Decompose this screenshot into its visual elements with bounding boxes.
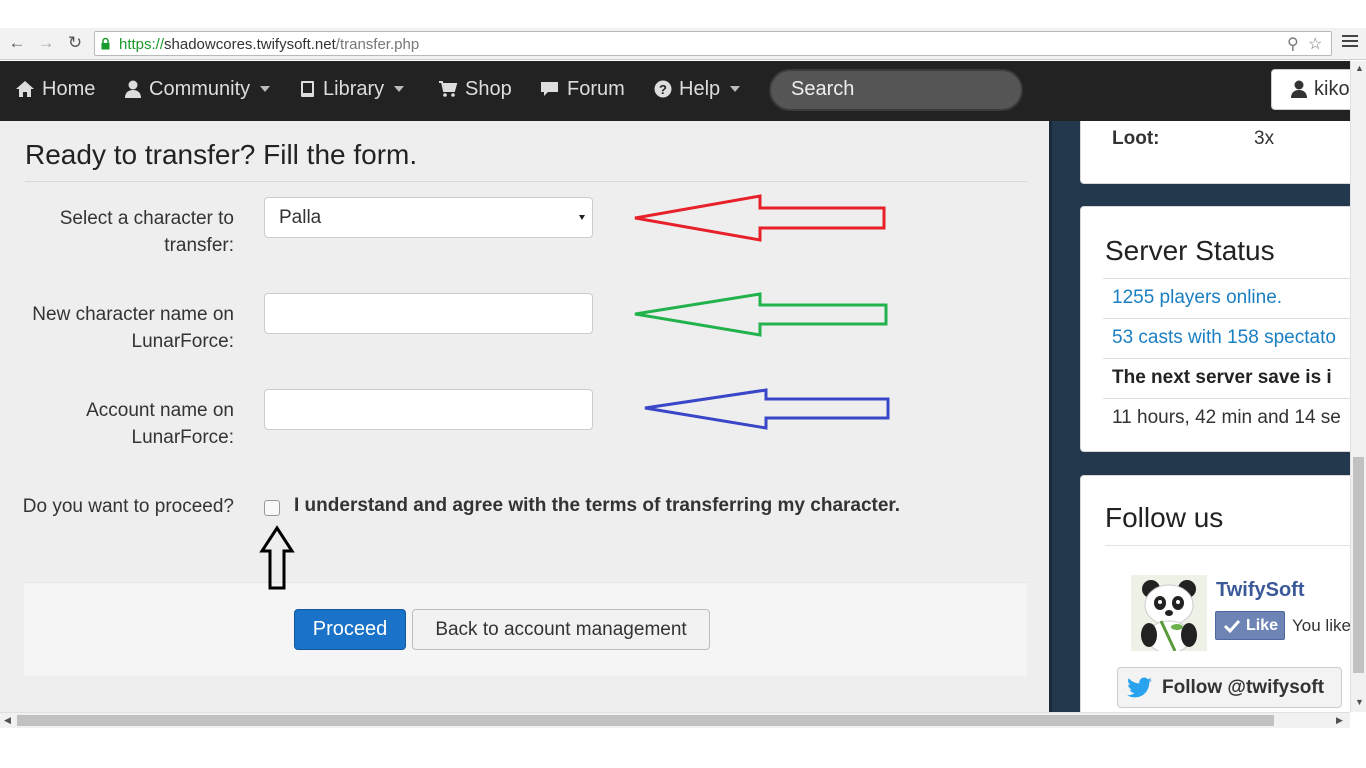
screen-bottom-margin [0, 728, 1366, 768]
loot-value: 3x [1254, 128, 1275, 149]
cart-icon [439, 81, 458, 97]
search-input[interactable]: Search [769, 69, 1023, 111]
url-path: /transfer.php [335, 36, 420, 53]
nav-forum-label: Forum [567, 78, 625, 100]
back-to-account-button[interactable]: Back to account management [412, 609, 710, 650]
horizontal-scrollbar[interactable]: ◀ ▶ [0, 712, 1350, 728]
server-status-card: Server Status 1255 players online. 53 ca… [1080, 206, 1366, 452]
nav-library[interactable]: Library [300, 61, 405, 121]
green-arrow-annotation [634, 292, 888, 337]
casts-link[interactable]: 53 casts with 158 spectato [1103, 318, 1366, 358]
nav-home-label: Home [42, 78, 96, 100]
bookmark-star-icon[interactable]: ☆ [1308, 34, 1322, 54]
page-content: Ready to transfer? Fill the form. Select… [0, 121, 1366, 712]
url-scheme: https:// [119, 36, 165, 53]
nav-home[interactable]: Home [15, 61, 95, 121]
chevron-down-icon [394, 86, 405, 92]
nav-community[interactable]: Community [124, 61, 271, 121]
scroll-left-icon[interactable]: ◀ [4, 716, 11, 725]
twitter-follow-label: Follow @twifysoft [1162, 677, 1325, 698]
nav-shop[interactable]: Shop [438, 61, 512, 121]
next-save-time: 11 hours, 42 min and 14 se [1103, 398, 1366, 438]
character-select-value: Palla [279, 207, 322, 228]
twitter-bird-icon [1127, 677, 1152, 698]
facebook-like-button[interactable]: Like [1215, 611, 1285, 640]
account-name-input[interactable] [264, 389, 593, 430]
forward-arrow-icon[interactable]: → [35, 32, 57, 54]
checkmark-icon [1223, 619, 1241, 633]
server-status-title: Server Status [1105, 235, 1275, 266]
blue-arrow-annotation [644, 388, 890, 430]
user-icon [125, 80, 141, 98]
nav-shop-label: Shop [465, 78, 512, 100]
panda-avatar[interactable] [1131, 575, 1207, 651]
scroll-down-icon[interactable]: ▼ [1355, 698, 1364, 707]
nav-help[interactable]: ? Help [654, 61, 741, 121]
zoom-icon[interactable]: ⚲ [1287, 34, 1299, 54]
svg-text:?: ? [659, 82, 667, 97]
facebook-you-like-text: You like [1292, 616, 1351, 635]
question-icon: ? [654, 80, 672, 98]
follow-us-title: Follow us [1105, 502, 1224, 533]
url-host: shadowcores.twifysoft.net [164, 36, 336, 53]
scroll-right-icon[interactable]: ▶ [1336, 716, 1343, 725]
chevron-down-icon [260, 86, 271, 92]
screen-top-margin [0, 0, 1366, 28]
select-caret-icon [579, 215, 585, 220]
loot-label: Loot: [1112, 128, 1160, 149]
url-text: https://shadowcores.twifysoft.net/transf… [119, 36, 419, 53]
new-character-name-input[interactable] [264, 293, 593, 334]
nav-help-label: Help [679, 78, 721, 100]
agree-checkbox[interactable] [264, 500, 280, 516]
back-arrow-icon[interactable]: ← [6, 32, 28, 54]
main-panel: Ready to transfer? Fill the form. Select… [0, 121, 1049, 712]
horizontal-scroll-thumb[interactable] [17, 715, 1274, 726]
next-save-label: The next server save is i [1103, 358, 1366, 398]
players-online-link[interactable]: 1255 players online. [1103, 278, 1366, 318]
facebook-like-label: Like [1246, 617, 1279, 634]
browser-menu-icon[interactable] [1342, 32, 1358, 50]
vertical-scroll-thumb[interactable] [1353, 457, 1364, 673]
reload-icon[interactable]: ↻ [64, 32, 86, 54]
character-select-label: Select a character to transfer: [59, 208, 234, 256]
book-icon [301, 81, 314, 97]
account-name-label: Account name on LunarForce: [86, 400, 234, 448]
character-select[interactable]: Palla [264, 197, 593, 238]
home-icon [16, 81, 34, 97]
user-name: kiko [1314, 78, 1350, 100]
form-actions: Proceed Back to account management [24, 582, 1027, 676]
proceed-question-label: Do you want to proceed? [22, 496, 234, 517]
browser-toolbar: ← → ↻ https://shadowcores.twifysoft.net/… [0, 28, 1366, 60]
divider [25, 181, 1027, 182]
nav-library-label: Library [323, 78, 385, 100]
address-bar[interactable]: https://shadowcores.twifysoft.net/transf… [94, 31, 1332, 56]
chevron-down-icon [730, 86, 741, 92]
facebook-page-name[interactable]: TwifySoft [1216, 579, 1305, 602]
new-name-label: New character name on LunarForce: [32, 304, 234, 352]
lock-icon [101, 37, 110, 50]
panda-icon [1131, 575, 1207, 651]
twitter-follow-button[interactable]: Follow @twifysoft [1117, 667, 1342, 708]
page-title: Ready to transfer? Fill the form. [25, 139, 418, 170]
red-arrow-annotation [634, 194, 886, 242]
nav-community-label: Community [149, 78, 251, 100]
scroll-up-icon[interactable]: ▲ [1355, 64, 1364, 73]
black-arrow-annotation [259, 525, 295, 590]
proceed-button[interactable]: Proceed [294, 609, 406, 650]
nav-forum[interactable]: Forum [540, 61, 625, 121]
user-icon [1291, 80, 1307, 98]
agree-checkbox-label[interactable]: I understand and agree with the terms of… [294, 495, 900, 517]
vertical-scrollbar[interactable]: ▲ ▼ [1350, 61, 1366, 712]
site-navbar: Home Community Library Shop Forum ? Help [0, 61, 1366, 121]
comment-icon [541, 82, 558, 96]
follow-us-card: Follow us TwifySoft Like You like Follow… [1080, 475, 1366, 712]
divider [1105, 545, 1366, 546]
server-info-card: Loot: 3x [1080, 121, 1366, 184]
